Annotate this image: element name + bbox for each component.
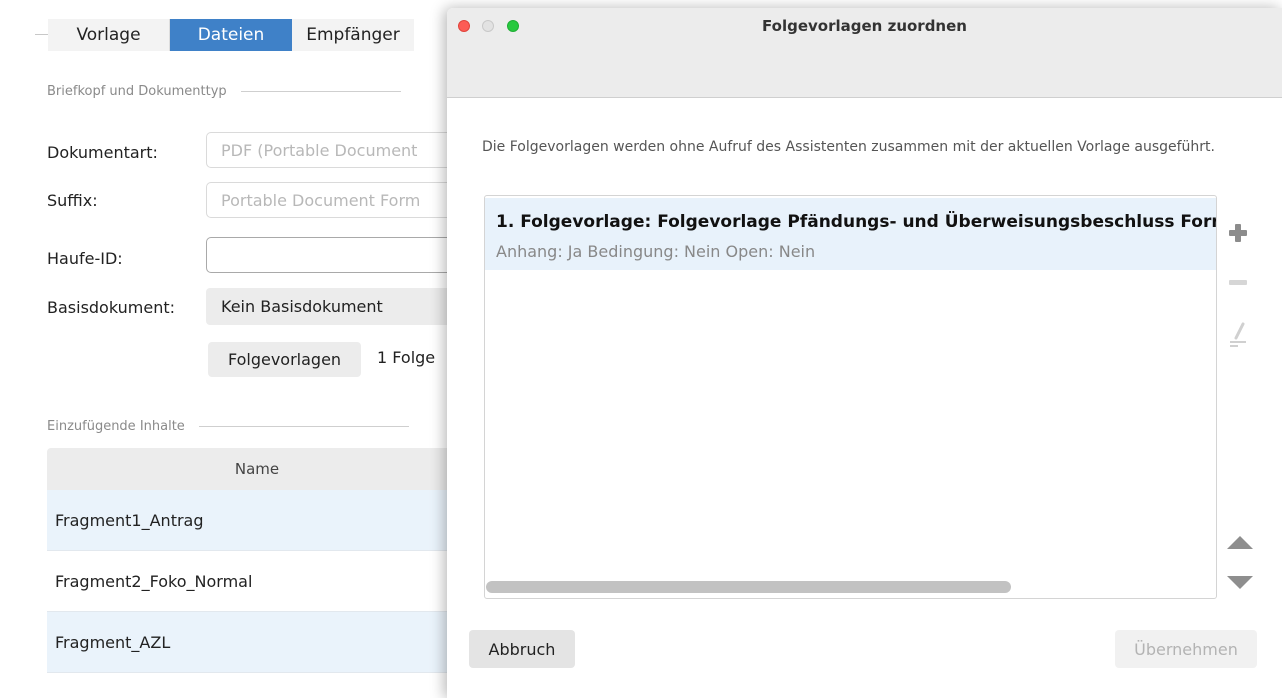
- tab-empfaenger[interactable]: Empfänger: [292, 19, 414, 51]
- folgevorlagen-dialog: Folgevorlagen zuordnen Die Folgevorlagen…: [447, 8, 1282, 698]
- section-inhalte: Einzufügende Inhalte: [47, 419, 409, 434]
- edit-icon[interactable]: [1227, 320, 1249, 348]
- horizontal-scrollbar[interactable]: [485, 581, 1216, 593]
- suffix-field[interactable]: Portable Document Form: [206, 182, 466, 218]
- table-row[interactable]: Fragment_AZL: [47, 612, 467, 673]
- dokumentart-label: Dokumentart:: [47, 143, 158, 162]
- basisdokument-select[interactable]: Kein Basisdokument: [206, 288, 466, 325]
- apply-button[interactable]: Übernehmen: [1115, 630, 1257, 668]
- section-briefkopf-label: Briefkopf und Dokumenttyp: [47, 84, 227, 99]
- dialog-description: Die Folgevorlagen werden ohne Aufruf des…: [482, 139, 1215, 155]
- haufe-id-label: Haufe-ID:: [47, 249, 123, 268]
- cancel-button[interactable]: Abbruch: [469, 630, 575, 668]
- column-header-name[interactable]: Name: [47, 448, 467, 490]
- basisdokument-label: Basisdokument:: [47, 298, 175, 317]
- arrow-up-icon[interactable]: [1227, 536, 1253, 549]
- tab-dateien[interactable]: Dateien: [170, 19, 292, 51]
- folgevorlagen-button[interactable]: Folgevorlagen: [208, 342, 361, 377]
- folgevorlagen-list[interactable]: 1. Folgevorlage: Folgevorlage Pfändungs-…: [484, 195, 1217, 599]
- folgevorlagen-count: 1 Folge: [377, 348, 436, 367]
- section-inhalte-label: Einzufügende Inhalte: [47, 419, 185, 434]
- section-briefkopf: Briefkopf und Dokumenttyp: [47, 84, 401, 99]
- column-header-label: Name: [234, 460, 280, 478]
- minus-icon[interactable]: [1225, 273, 1251, 293]
- plus-icon[interactable]: [1225, 220, 1251, 246]
- contents-table: Name Fragment1_Antrag Fragment2_Foko_Nor…: [47, 448, 467, 673]
- table-row[interactable]: Fragment2_Foko_Normal: [47, 551, 467, 612]
- dialog-title: Folgevorlagen zuordnen: [762, 17, 967, 35]
- list-item-title: 1. Folgevorlage: Folgevorlage Pfändungs-…: [496, 212, 1217, 232]
- section-divider: [198, 426, 409, 427]
- list-item[interactable]: 1. Folgevorlage: Folgevorlage Pfändungs-…: [485, 198, 1216, 270]
- dialog-titlebar: Folgevorlagen zuordnen: [447, 8, 1282, 98]
- scrollbar-thumb[interactable]: [486, 581, 1011, 593]
- haufe-id-field[interactable]: [206, 237, 466, 273]
- table-row[interactable]: Fragment1_Antrag: [47, 490, 467, 551]
- tab-bar: Vorlage Dateien Empfänger: [48, 19, 414, 51]
- arrow-down-icon[interactable]: [1227, 576, 1253, 589]
- suffix-label: Suffix:: [47, 191, 98, 210]
- section-divider: [240, 91, 401, 92]
- tab-vorlage[interactable]: Vorlage: [48, 19, 170, 51]
- list-item-subtitle: Anhang: Ja Bedingung: Nein Open: Nein: [496, 242, 816, 261]
- dokumentart-field[interactable]: PDF (Portable Document: [206, 132, 466, 168]
